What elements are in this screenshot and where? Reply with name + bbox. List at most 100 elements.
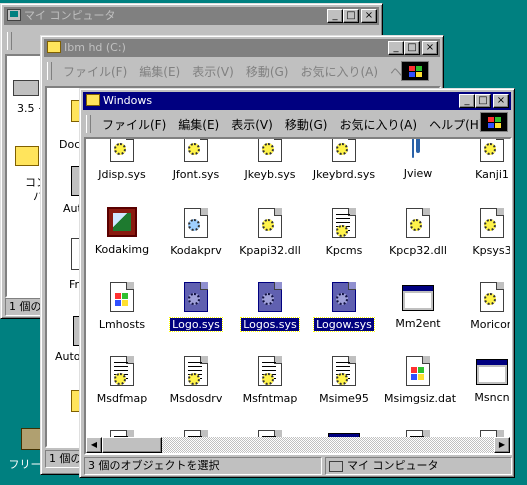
application-window-icon bbox=[402, 285, 434, 311]
drive-icon bbox=[13, 80, 39, 96]
titlebar[interactable]: Ibm hd (C:) _ □ × bbox=[44, 39, 440, 57]
folder-icon bbox=[86, 94, 100, 106]
text-document-icon bbox=[110, 356, 134, 386]
file-item[interactable]: Jview bbox=[382, 139, 454, 180]
scroll-left-button[interactable]: ◀ bbox=[86, 437, 102, 453]
file-item-selected[interactable]: Logos.sys bbox=[234, 281, 306, 332]
text-document-icon bbox=[184, 356, 208, 386]
maximize-button[interactable]: □ bbox=[343, 9, 359, 23]
scroll-thumb[interactable] bbox=[102, 437, 162, 453]
menu-grip bbox=[7, 32, 12, 50]
file-item-selected[interactable]: Logo.sys bbox=[160, 281, 232, 332]
menu-view[interactable]: 表示(V) bbox=[187, 63, 239, 80]
menu-bar bbox=[7, 30, 16, 52]
status-bar: 1 個のオ bbox=[5, 298, 45, 316]
system-file-icon bbox=[184, 139, 208, 162]
system-file-icon bbox=[406, 208, 430, 238]
menu-file[interactable]: ファイル(F) bbox=[97, 116, 171, 133]
system-file-icon bbox=[480, 208, 504, 238]
menu-bar: ファイル(F) 編集(E) 表示(V) 移動(G) お気に入り(A) ヘ bbox=[47, 60, 407, 82]
menu-file[interactable]: ファイル(F) bbox=[58, 63, 132, 80]
maximize-button[interactable]: □ bbox=[475, 94, 491, 108]
application-window-icon bbox=[476, 359, 508, 385]
maximize-button[interactable]: □ bbox=[404, 41, 420, 55]
minimize-button[interactable]: _ bbox=[327, 9, 343, 23]
system-file-icon bbox=[258, 208, 282, 238]
windows-file-icon bbox=[406, 356, 430, 386]
menu-favorites[interactable]: お気に入り(A) bbox=[295, 63, 383, 80]
file-item[interactable]: Msncn bbox=[456, 355, 510, 404]
status-location: マイ コンピュータ bbox=[325, 457, 512, 475]
system-file-icon bbox=[480, 139, 504, 162]
text-document-icon bbox=[332, 208, 356, 238]
file-item[interactable]: Kpcp32.dll bbox=[382, 207, 454, 257]
file-item[interactable]: Kpcms bbox=[308, 207, 380, 257]
horizontal-scrollbar[interactable]: ◀ ▶ bbox=[86, 437, 510, 453]
menu-go[interactable]: 移動(G) bbox=[280, 116, 333, 133]
file-item[interactable]: Moricon bbox=[456, 281, 510, 331]
file-item[interactable]: Kodakimg bbox=[86, 207, 158, 256]
file-item[interactable]: Msdosdrv bbox=[160, 355, 232, 405]
file-item[interactable]: Kpsys3 bbox=[456, 207, 510, 257]
item-label-partial: Fr bbox=[69, 278, 80, 291]
status-selection-text: 3 個のオブジェクトを選択 bbox=[84, 457, 322, 475]
menu-edit[interactable]: 編集(E) bbox=[173, 116, 224, 133]
minimize-button[interactable]: _ bbox=[388, 41, 404, 55]
window-title: Ibm hd (C:) bbox=[64, 41, 126, 54]
windows-logo-icon bbox=[480, 112, 508, 132]
system-file-icon bbox=[258, 139, 282, 162]
file-item-selected[interactable]: Logow.sys bbox=[308, 281, 380, 332]
scroll-right-button[interactable]: ▶ bbox=[494, 437, 510, 453]
file-item[interactable]: Kanji1 bbox=[456, 139, 510, 181]
magnifier-document-icon bbox=[184, 208, 208, 238]
system-file-icon bbox=[332, 282, 356, 312]
content-pane: 3.5 イ コン ハ bbox=[5, 54, 45, 298]
system-file-icon bbox=[332, 139, 356, 162]
file-item[interactable]: Msime95 bbox=[308, 355, 380, 405]
window-title: マイ コンピュータ bbox=[24, 9, 116, 22]
file-item[interactable]: Jkeybrd.sys bbox=[308, 139, 380, 181]
file-item[interactable]: Msfntmap bbox=[234, 355, 306, 405]
menu-bar: ファイル(F) 編集(E) 表示(V) 移動(G) お気に入り(A) ヘルプ(H… bbox=[86, 113, 488, 135]
window-windows-folder[interactable]: Windows _ □ × ファイル(F) 編集(E) 表示(V) 移動(G) … bbox=[79, 88, 515, 478]
close-button[interactable]: × bbox=[361, 9, 377, 23]
file-item[interactable]: Kodakprv bbox=[160, 207, 232, 257]
item-label-partial: Doc bbox=[59, 138, 81, 151]
file-item[interactable]: Kpapi32.dll bbox=[234, 207, 306, 257]
menu-favorites[interactable]: お気に入り(A) bbox=[334, 116, 422, 133]
close-button[interactable]: × bbox=[422, 41, 438, 55]
minimize-button[interactable]: _ bbox=[459, 94, 475, 108]
file-list-pane: Jdisp.sys Jfont.sys Jkeyb.sys Jkeybrd.sy… bbox=[84, 137, 512, 455]
status-location-text: マイ コンピュータ bbox=[347, 459, 439, 472]
status-text: 1 個のオ bbox=[5, 298, 45, 316]
window-title: Windows bbox=[103, 94, 153, 107]
close-button[interactable]: × bbox=[493, 94, 509, 108]
file-item[interactable]: Msimgsiz.dat bbox=[382, 355, 456, 405]
system-file-icon bbox=[480, 282, 504, 312]
windows-logo-icon bbox=[401, 61, 429, 81]
file-item[interactable]: Mm2ent bbox=[382, 281, 454, 330]
system-file-icon bbox=[184, 282, 208, 312]
file-item[interactable]: Jkeyb.sys bbox=[234, 139, 306, 181]
status-bar: 3 個のオブジェクトを選択 マイ コンピュータ bbox=[84, 457, 512, 475]
file-item[interactable]: Msdfmap bbox=[86, 355, 158, 405]
system-file-icon bbox=[258, 282, 282, 312]
titlebar[interactable]: Windows _ □ × bbox=[83, 92, 511, 110]
menu-go[interactable]: 移動(G) bbox=[241, 63, 294, 80]
text-document-icon bbox=[332, 356, 356, 386]
computer-icon bbox=[7, 9, 21, 21]
folder-icon bbox=[47, 41, 61, 53]
titlebar[interactable]: マイ コンピュータ _ □ × bbox=[4, 7, 379, 25]
file-item[interactable]: Lmhosts bbox=[86, 281, 158, 331]
menu-grip bbox=[47, 62, 52, 80]
file-item[interactable]: Jdisp.sys bbox=[86, 139, 158, 181]
menu-help[interactable]: ヘルプ(H) bbox=[424, 116, 488, 133]
text-document-icon bbox=[258, 356, 282, 386]
menu-edit[interactable]: 編集(E) bbox=[134, 63, 185, 80]
kodak-image-icon bbox=[107, 207, 137, 237]
computer-icon bbox=[329, 460, 343, 472]
windows-file-icon bbox=[110, 282, 134, 312]
menu-view[interactable]: 表示(V) bbox=[226, 116, 278, 133]
system-file-icon bbox=[110, 139, 134, 162]
file-item[interactable]: Jfont.sys bbox=[160, 139, 232, 181]
